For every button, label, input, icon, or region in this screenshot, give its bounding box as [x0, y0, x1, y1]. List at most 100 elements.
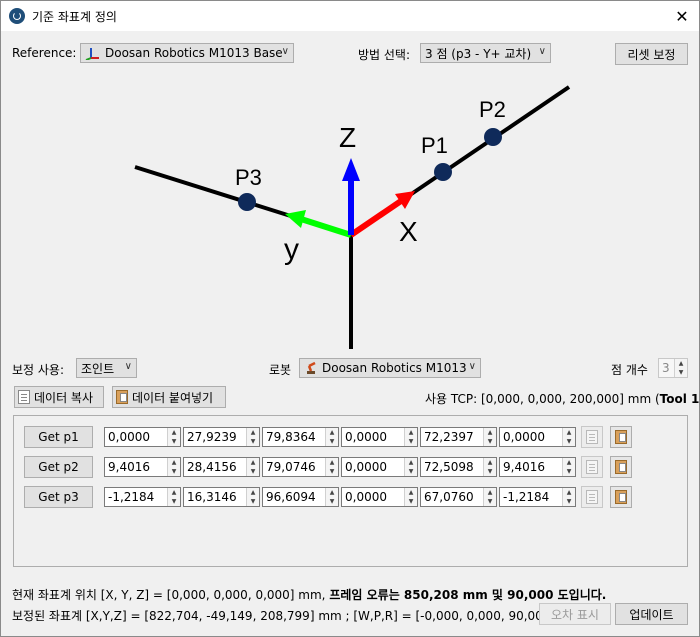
spin-arrows-icon[interactable]: ▲ ▼: [246, 428, 259, 446]
show-error-button[interactable]: 오차 표시: [539, 603, 611, 625]
copy-icon: [18, 390, 30, 404]
p3-value-3[interactable]: 96,6094 ▲ ▼: [262, 487, 339, 507]
spin-arrows-icon[interactable]: ▲ ▼: [404, 458, 417, 476]
point-count-label: 점 개수: [611, 363, 648, 377]
y-axis-label: y: [284, 233, 299, 266]
spin-arrows-icon[interactable]: ▲ ▼: [325, 458, 338, 476]
copy-data-button[interactable]: 데이터 복사: [14, 386, 104, 408]
frame-error-text: 프레임 오류는 850,208 mm 및 90,000 도입니다.: [329, 588, 607, 602]
spin-arrows-icon[interactable]: ▲ ▼: [483, 488, 496, 506]
p3-value-6[interactable]: -1,2184 ▲ ▼: [499, 487, 576, 507]
tcp-prefix: 사용 TCP: [0,000, 0,000, 200,000] mm (: [425, 392, 660, 406]
update-button[interactable]: 업데이트: [615, 603, 688, 625]
point-p1: [434, 163, 452, 181]
robot-arm-icon: [307, 361, 316, 374]
spin-arrows-icon[interactable]: ▲ ▼: [246, 488, 259, 506]
point-count-value: 3: [662, 361, 670, 375]
get-p3-button[interactable]: Get p3: [24, 486, 93, 508]
p3-value-1[interactable]: -1,2184 ▲ ▼: [104, 487, 181, 507]
spin-arrows-icon[interactable]: ▲ ▼: [562, 488, 575, 506]
copy-icon: [586, 490, 598, 504]
x-axis-arrow: [349, 198, 403, 238]
z-axis-label: Z: [339, 122, 356, 153]
p3-value-2[interactable]: 16,3146 ▲ ▼: [183, 487, 260, 507]
p3-value-4-text: 0,0000: [345, 490, 387, 504]
p2-value-6[interactable]: 9,4016 ▲ ▼: [499, 457, 576, 477]
spin-arrows-icon[interactable]: ▲ ▼: [483, 458, 496, 476]
p1-value-4[interactable]: 0,0000 ▲ ▼: [341, 427, 418, 447]
p1-copy-button[interactable]: [581, 426, 603, 448]
calibration-select[interactable]: 조인트 ∨: [76, 358, 137, 378]
points-group: Get p1 0,0000 ▲ ▼ 27,9239 ▲ ▼ 79,8364 ▲ ▼ 0,00…: [13, 415, 688, 567]
p1-value-3[interactable]: 79,8364 ▲ ▼: [262, 427, 339, 447]
spin-arrows-icon[interactable]: ▲ ▼: [325, 428, 338, 446]
p2-label: P2: [479, 97, 506, 122]
p1-value-5-text: 72,2397: [424, 430, 474, 444]
copy-icon: [586, 460, 598, 474]
p3-paste-button[interactable]: [610, 486, 632, 508]
p2-value-6-text: 9,4016: [503, 460, 545, 474]
p3-copy-button[interactable]: [581, 486, 603, 508]
p1-label: P1: [421, 133, 448, 158]
p2-value-4[interactable]: 0,0000 ▲ ▼: [341, 457, 418, 477]
p2-value-4-text: 0,0000: [345, 460, 387, 474]
p3-value-5-text: 67,0760: [424, 490, 474, 504]
robot-value: Doosan Robotics M1013: [322, 361, 467, 375]
current-position-status: 현재 좌표계 위치 [X, Y, Z] = [0,000, 0,000, 0,0…: [12, 586, 606, 603]
copy-icon: [586, 430, 598, 444]
get-p1-button[interactable]: Get p1: [24, 426, 93, 448]
p3-value-2-text: 16,3146: [187, 490, 237, 504]
paste-icon: [615, 490, 627, 504]
p2-value-3-text: 79,0746: [266, 460, 316, 474]
calibrated-frame-status: 보정된 좌표계 [X,Y,Z] = [822,704, -49,149, 208…: [12, 609, 570, 623]
p1-value-4-text: 0,0000: [345, 430, 387, 444]
frame-diagram: P1 P2 P3 Z X y: [134, 85, 571, 349]
p3-value-4[interactable]: 0,0000 ▲ ▼: [341, 487, 418, 507]
p2-value-2[interactable]: 28,4156 ▲ ▼: [183, 457, 260, 477]
p3-label: P3: [235, 165, 262, 190]
p1-value-2-text: 27,9239: [187, 430, 237, 444]
spin-arrows-icon[interactable]: ▲ ▼: [167, 428, 180, 446]
spin-arrows-icon[interactable]: ▲ ▼: [562, 428, 575, 446]
p3-value-3-text: 96,6094: [266, 490, 316, 504]
p2-value-5[interactable]: 72,5098 ▲ ▼: [420, 457, 497, 477]
spin-arrows-icon[interactable]: ▲ ▼: [167, 458, 180, 476]
p1-paste-button[interactable]: [610, 426, 632, 448]
paste-icon: [615, 430, 627, 444]
point-p2: [484, 128, 502, 146]
copy-button-label: 데이터 복사: [34, 390, 94, 405]
paste-data-button[interactable]: 데이터 붙여넣기: [112, 386, 226, 408]
spin-arrows-icon[interactable]: ▲ ▼: [325, 488, 338, 506]
dialog-window: 기준 좌표계 정의 ✕ Reference: Doosan Robotics M…: [0, 0, 700, 637]
p2-copy-button[interactable]: [581, 456, 603, 478]
tcp-tool-name: Tool 1: [659, 392, 700, 406]
p1-value-6-text: 0,0000: [503, 430, 545, 444]
chevron-down-icon: ∨: [124, 361, 132, 372]
point-count-spinbox[interactable]: 3 ▲ ▼: [658, 358, 688, 378]
y-axis-arrow: [300, 216, 352, 238]
calibration-label: 보정 사용:: [12, 363, 65, 377]
p2-value-1[interactable]: 9,4016 ▲ ▼: [104, 457, 181, 477]
spin-arrows-icon[interactable]: ▲ ▼: [483, 428, 496, 446]
spin-arrows-icon[interactable]: ▲ ▼: [246, 458, 259, 476]
p2-paste-button[interactable]: [610, 456, 632, 478]
spin-arrows-icon[interactable]: ▲ ▼: [674, 359, 687, 377]
p1-value-2[interactable]: 27,9239 ▲ ▼: [183, 427, 260, 447]
p1-value-5[interactable]: 72,2397 ▲ ▼: [420, 427, 497, 447]
robot-label: 로봇: [269, 363, 292, 377]
spin-arrows-icon[interactable]: ▲ ▼: [167, 488, 180, 506]
paste-icon: [116, 390, 128, 404]
z-axis-arrowhead: [342, 158, 360, 181]
spin-arrows-icon[interactable]: ▲ ▼: [562, 458, 575, 476]
paste-icon: [615, 460, 627, 474]
chevron-down-icon: ∨: [468, 361, 476, 372]
p1-value-6[interactable]: 0,0000 ▲ ▼: [499, 427, 576, 447]
p1-value-1[interactable]: 0,0000 ▲ ▼: [104, 427, 181, 447]
p3-value-5[interactable]: 67,0760 ▲ ▼: [420, 487, 497, 507]
spin-arrows-icon[interactable]: ▲ ▼: [404, 428, 417, 446]
robot-select[interactable]: Doosan Robotics M1013 ∨: [299, 358, 481, 378]
p2-value-3[interactable]: 79,0746 ▲ ▼: [262, 457, 339, 477]
p2-value-2-text: 28,4156: [187, 460, 237, 474]
spin-arrows-icon[interactable]: ▲ ▼: [404, 488, 417, 506]
get-p2-button[interactable]: Get p2: [24, 456, 93, 478]
